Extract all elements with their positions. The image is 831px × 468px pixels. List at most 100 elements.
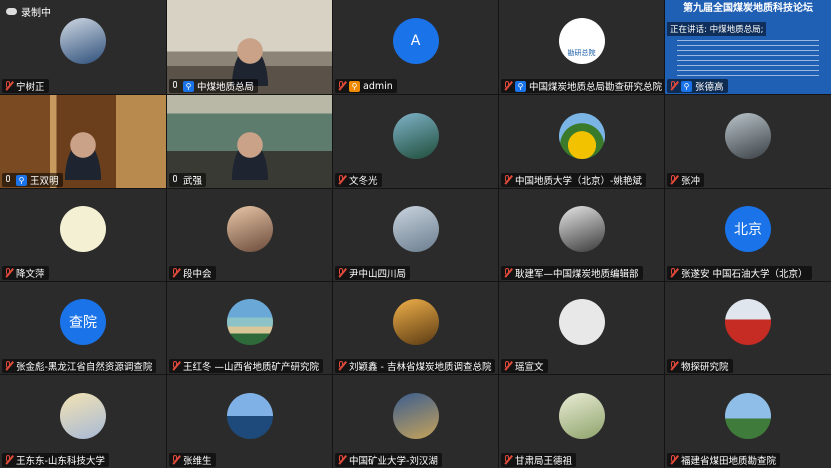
- slide-text-lines: [677, 40, 819, 76]
- host-icon: ⚲: [183, 80, 194, 92]
- participant-tile[interactable]: 第九届全国煤炭地质科技论坛 正在讲话: 中煤地质总局; ⚲ 张德高: [665, 0, 831, 94]
- mic-muted-icon: [4, 268, 13, 278]
- participant-name-bar: 段中会: [169, 266, 216, 280]
- participant-name-bar: 中国地质大学（北京）-姚艳斌: [501, 173, 646, 187]
- participant-name: 武强: [183, 176, 203, 187]
- participant-name-bar: 武强: [169, 173, 207, 187]
- mic-muted-icon: [503, 175, 512, 185]
- mic-muted-icon: [171, 455, 180, 465]
- host-icon: ⚲: [16, 174, 27, 186]
- participant-avatar: [558, 392, 605, 439]
- participant-tile[interactable]: 中国地质大学（北京）-姚艳斌: [499, 95, 664, 188]
- participant-tile[interactable]: 段中会: [167, 189, 332, 281]
- participant-name: 物探研究院: [681, 362, 729, 373]
- participant-avatar: [558, 112, 605, 159]
- mic-muted-icon: [337, 361, 346, 371]
- participant-tile[interactable]: 甘肃局王德祖: [499, 375, 664, 468]
- participant-name-bar: 瑶宣文: [501, 359, 548, 373]
- participant-name-bar: 甘肃局王德祖: [501, 453, 577, 467]
- participant-name: admin: [363, 80, 393, 92]
- mic-muted-icon: [337, 268, 346, 278]
- mic-icon: [4, 175, 13, 185]
- participant-tile[interactable]: ⚲ 王双明: [0, 95, 166, 188]
- mic-muted-icon: [669, 175, 678, 185]
- participant-tile[interactable]: 耿建军—中国煤炭地质编辑部: [499, 189, 664, 281]
- video-grid: 录制中 宁树正 ⚲ 中煤地质总局 A ⚲ admin 勘研总院 ⚲ 中国煤炭地质总局勘查研究总院第…: [0, 0, 831, 468]
- mic-muted-icon: [503, 455, 512, 465]
- mic-muted-icon: [337, 81, 346, 91]
- mic-icon: [171, 175, 180, 185]
- participant-tile[interactable]: A ⚲ admin: [333, 0, 498, 94]
- participant-avatar: [60, 206, 106, 252]
- participant-name: 文冬光: [349, 176, 378, 187]
- participant-tile[interactable]: 张维生: [167, 375, 332, 468]
- forum-banner-title: 第九届全国煤炭地质科技论坛: [683, 3, 813, 14]
- participant-name: 尹中山四川局: [349, 269, 407, 280]
- participant-name-bar: 刘颖鑫 - 吉林省煤炭地质调查总院: [335, 359, 496, 373]
- recording-indicator: 录制中: [6, 4, 51, 19]
- participant-name: 张遂安 中国石油大学（北京）: [681, 269, 808, 280]
- participant-name-bar: ⚲ admin: [335, 79, 397, 93]
- participant-name-bar: 张冲: [667, 173, 705, 187]
- participant-avatar: [392, 299, 439, 345]
- participant-tile[interactable]: 尹中山四川局: [333, 189, 498, 281]
- participant-person: [226, 130, 273, 180]
- participant-name-bar: ⚲ 中国煤炭地质总局勘查研究总院: [501, 79, 664, 93]
- mic-muted-icon: [503, 361, 512, 371]
- participant-tile[interactable]: 张冲: [665, 95, 831, 188]
- mic-muted-icon: [669, 361, 678, 371]
- participant-name: 耿建军—中国煤炭地质编辑部: [515, 269, 639, 280]
- mic-muted-icon: [669, 268, 678, 278]
- participant-tile[interactable]: 北京张遂安 中国石油大学（北京）: [665, 189, 831, 281]
- participant-tile[interactable]: 勘研总院 ⚲ 中国煤炭地质总局勘查研究总院: [499, 0, 664, 94]
- participant-tile[interactable]: 查院 张金彪-黑龙江省自然资源调查院: [0, 282, 166, 374]
- participant-tile[interactable]: 王红冬 —山西省地质矿产研究院: [167, 282, 332, 374]
- participant-name-bar: 中国矿业大学-刘汉湖: [335, 453, 442, 467]
- participant-tile[interactable]: 瑶宣文: [499, 282, 664, 374]
- participant-name: 张维生: [183, 456, 212, 467]
- speaking-indicator: 正在讲话: 中煤地质总局;: [667, 22, 767, 36]
- participant-name-bar: 宁树正: [2, 79, 49, 93]
- participant-tile[interactable]: 降文萍: [0, 189, 166, 281]
- participant-tile[interactable]: 刘颖鑫 - 吉林省煤炭地质调查总院: [333, 282, 498, 374]
- participant-tile[interactable]: 中国矿业大学-刘汉湖: [333, 375, 498, 468]
- logo-text: 勘研总院: [567, 49, 596, 57]
- mic-muted-icon: [669, 81, 678, 91]
- participant-avatar: 勘研总院: [558, 18, 605, 64]
- participant-name: 瑶宣文: [515, 362, 544, 373]
- participant-name: 王红冬 —山西省地质矿产研究院: [183, 362, 320, 373]
- mic-muted-icon: [171, 361, 180, 371]
- mic-muted-icon: [337, 455, 346, 465]
- participant-avatar: [725, 392, 771, 439]
- participant-avatar: [392, 112, 439, 159]
- participant-tile[interactable]: 录制中 宁树正: [0, 0, 166, 94]
- participant-avatar: [725, 299, 771, 345]
- participant-avatar: [60, 18, 106, 64]
- participant-avatar: [558, 206, 605, 252]
- mic-muted-icon: [4, 361, 13, 371]
- participant-name-bar: 物探研究院: [667, 359, 733, 373]
- mic-muted-icon: [4, 81, 13, 91]
- participant-tile[interactable]: 王东东-山东科技大学: [0, 375, 166, 468]
- participant-name: 福建省煤田地质勘查院: [681, 456, 777, 467]
- participant-tile[interactable]: 福建省煤田地质勘查院: [665, 375, 831, 468]
- mic-muted-icon: [4, 455, 13, 465]
- participant-name: 张德高: [695, 82, 724, 93]
- participant-name: 张冲: [681, 176, 701, 187]
- participant-avatar: 北京: [725, 206, 771, 252]
- participant-name-bar: 降文萍: [2, 266, 49, 280]
- participant-name: 中国矿业大学-刘汉湖: [349, 456, 438, 467]
- mic-muted-icon: [503, 81, 512, 91]
- participant-name: 张金彪-黑龙江省自然资源调查院: [16, 362, 153, 373]
- participant-tile[interactable]: 物探研究院: [665, 282, 831, 374]
- participant-tile[interactable]: ⚲ 中煤地质总局: [167, 0, 332, 94]
- cloud-record-icon: [6, 8, 17, 15]
- mic-muted-icon: [171, 268, 180, 278]
- participant-person: [60, 130, 106, 180]
- participant-tile[interactable]: 文冬光: [333, 95, 498, 188]
- participant-tile[interactable]: 武强: [167, 95, 332, 188]
- participant-avatar: [725, 112, 771, 159]
- participant-name-bar: 尹中山四川局: [335, 266, 411, 280]
- mic-muted-icon: [503, 268, 512, 278]
- participant-name: 刘颖鑫 - 吉林省煤炭地质调查总院: [349, 362, 492, 373]
